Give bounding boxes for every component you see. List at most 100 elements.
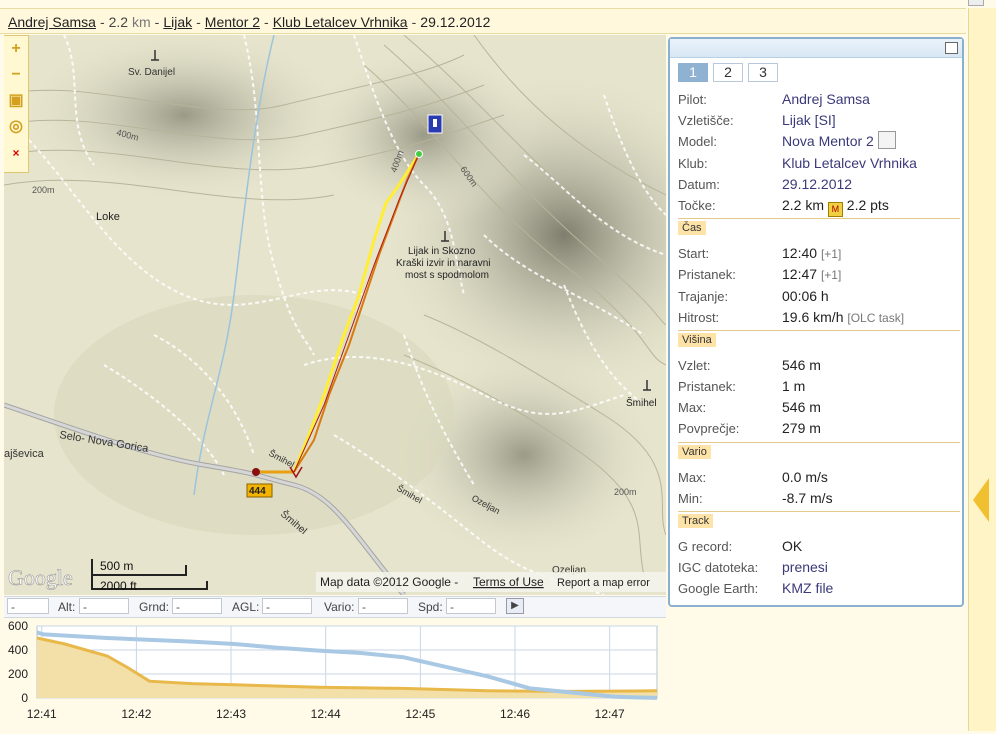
maximize-window-icon[interactable] bbox=[945, 42, 958, 54]
start-label: Start: bbox=[678, 246, 710, 262]
vario-field[interactable]: - bbox=[358, 598, 408, 614]
time-field[interactable]: - bbox=[7, 598, 49, 614]
height-landing-label: Pristanek: bbox=[678, 379, 736, 395]
section-height: Višina bbox=[678, 329, 960, 355]
label-elev-200: 200m bbox=[32, 185, 55, 195]
agl-field[interactable]: - bbox=[262, 598, 312, 614]
x-tick-label: 12:44 bbox=[311, 707, 341, 721]
map-type-icon[interactable]: ▣ bbox=[4, 88, 28, 114]
flight-tabs: 123 bbox=[678, 63, 783, 82]
model-value[interactable]: Nova Mentor 2 bbox=[782, 133, 874, 149]
speed-note: [OLC task] bbox=[847, 310, 905, 325]
altitude-chart[interactable]: 12:41 12:42 12:43 12:44 12:45 12:46 12:47 600 40… bbox=[0, 618, 666, 731]
glider-link[interactable]: Mentor 2 bbox=[205, 14, 260, 30]
club-link[interactable]: Klub Letalcev Vrhnika bbox=[273, 14, 408, 30]
alt-label: Alt: bbox=[58, 600, 76, 614]
speed-label: Hitrost: bbox=[678, 309, 720, 325]
height-avg-label: Povprečje: bbox=[678, 421, 740, 437]
grnd-field[interactable]: - bbox=[172, 598, 222, 614]
speed-value: 19.6 km/h bbox=[782, 308, 844, 325]
earth-view-icon[interactable]: ◎ bbox=[4, 114, 28, 140]
y-tick-label: 400 bbox=[8, 643, 28, 657]
agl-label: AGL: bbox=[232, 600, 260, 614]
vario-min-value: -8.7 m/s bbox=[782, 489, 833, 506]
label-lijak-2: Kraški izvir in naravni bbox=[396, 258, 490, 269]
distance-unit: km bbox=[131, 14, 151, 30]
x-tick-label: 12:41 bbox=[27, 707, 57, 721]
tab-2[interactable]: 2 bbox=[713, 63, 743, 82]
label-elev-200b: 200m bbox=[614, 487, 637, 497]
vario-label: Vario: bbox=[324, 600, 355, 614]
g-record-value: OK bbox=[782, 538, 803, 554]
landing-tz: [+1] bbox=[820, 268, 842, 283]
start-value: 12:40 bbox=[782, 245, 818, 262]
map-zoom-controls: + − ▣ ◎ × bbox=[4, 35, 29, 173]
igc-label: IGC datoteka: bbox=[678, 560, 759, 576]
igc-download-link[interactable]: prenesi bbox=[782, 557, 828, 578]
google-logo[interactable]: Google bbox=[8, 565, 73, 591]
pilot-link[interactable]: Andrej Samsa bbox=[8, 14, 96, 30]
panel-titlebar bbox=[670, 39, 962, 58]
route-number: 444 bbox=[249, 486, 266, 497]
takeoff-value[interactable]: Lijak [SI] bbox=[782, 110, 836, 131]
y-tick-label: 200 bbox=[8, 667, 28, 681]
vario-max-value: 0.0 m/s bbox=[782, 468, 828, 485]
section-time: Čas bbox=[678, 218, 960, 243]
takeoff-label: Vzletišče: bbox=[678, 113, 734, 129]
zoom-out-button[interactable]: − bbox=[4, 62, 28, 88]
y-tick-label: 0 bbox=[21, 691, 28, 705]
map-view[interactable]: 444 Sv. Danijel Loke Lijak in Skozno Kra… bbox=[4, 35, 666, 595]
flight-date: 29.12.2012 bbox=[420, 14, 491, 30]
collapse-arrow-icon[interactable] bbox=[973, 478, 989, 522]
window-top-strip bbox=[0, 0, 996, 8]
label-lijak-3: most s spodmolom bbox=[405, 270, 489, 281]
date-value[interactable]: 29.12.2012 bbox=[782, 174, 852, 195]
landing-time-value: 12:47 bbox=[782, 266, 818, 283]
close-button[interactable]: × bbox=[4, 140, 28, 166]
pilot-value[interactable]: Andrej Samsa bbox=[782, 89, 870, 110]
points-value: 2.2 pts bbox=[846, 196, 889, 213]
alt-field[interactable]: - bbox=[79, 598, 129, 614]
tab-3[interactable]: 3 bbox=[748, 63, 778, 82]
height-takeoff-value: 546 m bbox=[782, 356, 821, 373]
tab-1[interactable]: 1 bbox=[678, 63, 708, 82]
height-takeoff-label: Vzlet: bbox=[678, 357, 711, 373]
start-tz: [+1] bbox=[820, 247, 842, 262]
terrain-map[interactable]: 444 Sv. Danijel Loke Lijak in Skozno Kra… bbox=[4, 35, 666, 595]
points-label: Točke: bbox=[678, 197, 716, 213]
section-track: Track bbox=[678, 511, 960, 536]
zoom-in-button[interactable]: + bbox=[4, 36, 28, 62]
takeoff-link[interactable]: Lijak bbox=[163, 14, 192, 30]
spd-field[interactable]: - bbox=[446, 598, 496, 614]
g-record-label: G record: bbox=[678, 539, 733, 554]
section-vario: Vario bbox=[678, 441, 960, 467]
distance-km: 2.2 km bbox=[782, 196, 825, 213]
landing-time-label: Pristanek: bbox=[678, 267, 736, 283]
label-smihel-east: Šmihel bbox=[626, 396, 657, 409]
restore-icon[interactable] bbox=[968, 0, 984, 6]
side-panel-toggle[interactable] bbox=[968, 8, 996, 731]
altitude-chart-svg[interactable]: 12:41 12:42 12:43 12:44 12:45 12:46 12:47 600 40… bbox=[0, 618, 666, 731]
y-tick-label: 600 bbox=[8, 619, 28, 633]
height-max-label: Max: bbox=[678, 400, 707, 416]
x-tick-label: 12:43 bbox=[216, 707, 246, 721]
x-tick-label: 12:46 bbox=[500, 707, 530, 721]
vario-min-label: Min: bbox=[678, 490, 703, 506]
spd-label: Spd: bbox=[418, 600, 443, 614]
glider-icon bbox=[877, 131, 896, 150]
label-loke: Loke bbox=[96, 211, 120, 223]
pilot-label: Pilot: bbox=[678, 92, 707, 107]
scale-imperial: 2000 ft bbox=[100, 579, 137, 593]
report-error-link[interactable]: Report a map error bbox=[557, 577, 650, 589]
height-avg-value: 279 m bbox=[782, 420, 821, 437]
label-lijak: Lijak in Skozno bbox=[408, 246, 476, 257]
vario-max-label: Max: bbox=[678, 469, 707, 485]
grnd-label: Grnd: bbox=[139, 600, 170, 614]
track-status-bar: - Alt: - Grnd: - AGL: - Vario: - Spd: - … bbox=[4, 596, 666, 618]
distance-value: 2.2 bbox=[108, 14, 129, 30]
terms-link[interactable]: Terms of Use bbox=[473, 575, 544, 589]
club-value[interactable]: Klub Letalcev Vrhnika bbox=[782, 153, 917, 174]
play-button[interactable]: ▶ bbox=[506, 598, 524, 614]
map-attribution: Map data ©2012 Google - bbox=[320, 575, 458, 589]
kmz-file-link[interactable]: KMZ file bbox=[782, 578, 833, 599]
